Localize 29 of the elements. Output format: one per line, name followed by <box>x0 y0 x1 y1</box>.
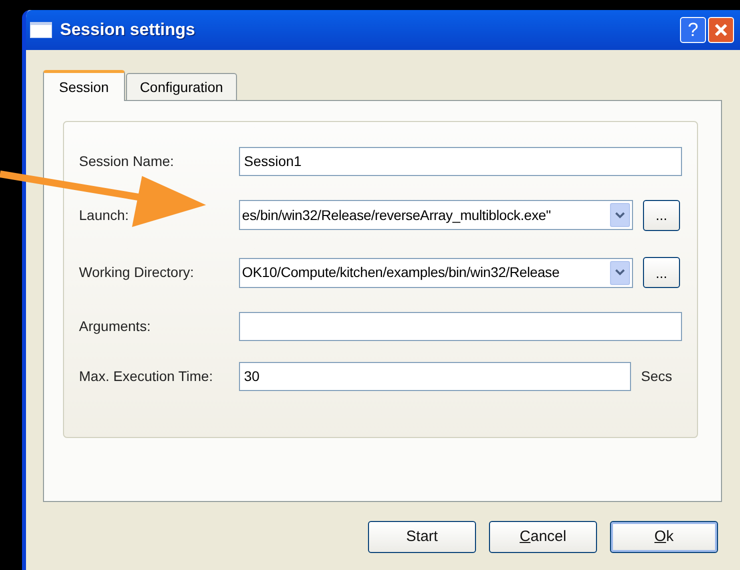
help-button[interactable]: ? <box>680 17 706 43</box>
dialog-button[interactable]: Cancel <box>489 521 597 553</box>
field-label: Working Directory: <box>79 263 195 282</box>
field-label: Session Name: <box>79 152 175 170</box>
dialog-button[interactable]: Ok <box>610 521 718 553</box>
input-field[interactable]: 30 <box>239 362 631 390</box>
close-icon <box>714 23 728 37</box>
combo-box[interactable]: OK10/Compute/kitchen/examples/bin/win32/Release <box>239 258 633 288</box>
field-label: Launch: <box>79 206 130 224</box>
input-field[interactable] <box>239 312 682 340</box>
dropdown-button[interactable] <box>610 260 630 284</box>
window-title: Session settings <box>60 19 196 42</box>
tab[interactable]: Configuration <box>126 73 238 100</box>
unit-label: Secs <box>641 366 672 386</box>
browse-button[interactable]: ... <box>643 200 680 230</box>
dialog-button[interactable]: Start <box>368 521 476 553</box>
tab[interactable]: Session <box>43 70 125 101</box>
window-icon <box>30 22 52 38</box>
browse-button[interactable]: ... <box>643 257 680 288</box>
chevron-down-icon <box>615 269 625 276</box>
chevron-down-icon <box>615 212 625 218</box>
combo-value: es/bin/win32/Release/reverseArray_multiblock.exe" <box>242 206 551 225</box>
close-button[interactable] <box>708 17 734 43</box>
field-label: Max. Execution Time: <box>79 366 214 386</box>
combo-value: OK10/Compute/kitchen/examples/bin/win32/Release <box>242 263 560 282</box>
dropdown-button[interactable] <box>610 203 630 227</box>
field-label: Arguments: <box>79 316 152 336</box>
combo-box[interactable]: es/bin/win32/Release/reverseArray_multiblock.exe" <box>239 200 633 230</box>
input-field[interactable]: Session1 <box>239 146 682 176</box>
